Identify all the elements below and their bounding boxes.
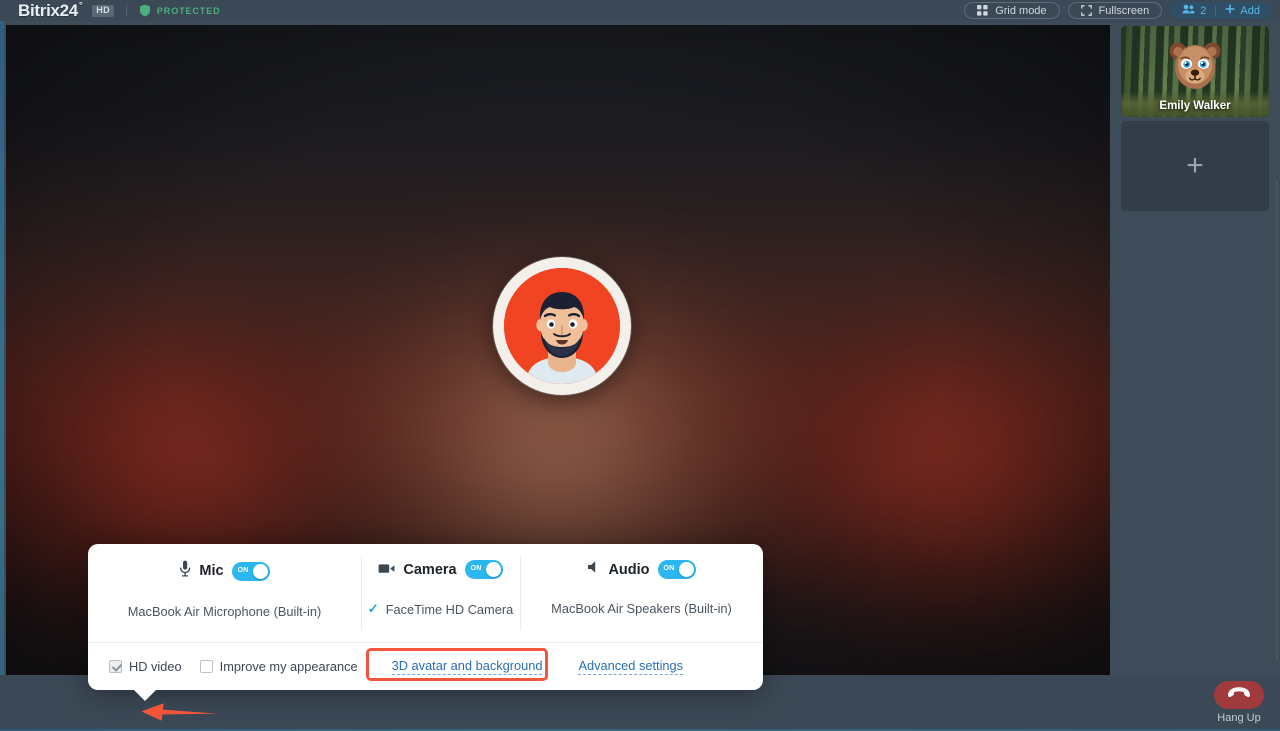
brand-degree-mark: °: [78, 0, 83, 10]
fullscreen-button[interactable]: Fullscreen: [1067, 2, 1163, 19]
audio-header: Audio ON: [587, 560, 696, 579]
hang-up-pill: [1214, 681, 1264, 709]
protected-label: PROTECTED: [156, 5, 221, 16]
plus-icon: [1225, 4, 1236, 17]
video-call-window: Bitrix24 ° HD PROTECTED Grid mode Fullsc…: [0, 0, 1280, 731]
device-column-camera: Camera ON ✓ FaceTime HD Camera: [361, 544, 520, 642]
header-actions: Grid mode Fullscreen 2 Add: [964, 2, 1280, 19]
brand-text: Bitrix24: [18, 1, 78, 20]
mic-toggle[interactable]: ON: [231, 561, 270, 581]
mic-toggle-state: ON: [237, 566, 249, 574]
microphone-icon: [179, 560, 191, 582]
add-label: Add: [1240, 4, 1260, 17]
participants-panel: Emily Walker +: [1114, 21, 1280, 731]
improve-appearance-checkbox-item[interactable]: Improve my appearance: [199, 659, 358, 674]
hd-video-checkbox[interactable]: [109, 660, 122, 673]
camera-toggle-state: ON: [470, 565, 482, 572]
fullscreen-label: Fullscreen: [1098, 4, 1150, 17]
audio-toggle-knob: [678, 562, 694, 577]
device-column-audio: Audio ON MacBook Air Speakers (Built-in): [520, 544, 763, 642]
camera-device-name: FaceTime HD Camera: [385, 601, 514, 617]
popup-tail: [133, 689, 157, 701]
hd-video-checkbox-item[interactable]: HD video: [109, 659, 182, 674]
camera-toggle[interactable]: ON: [464, 560, 503, 579]
audio-device-row[interactable]: MacBook Air Speakers (Built-in): [551, 601, 732, 616]
grid-mode-button[interactable]: Grid mode: [964, 2, 1060, 19]
bitrix24-logo: Bitrix24 °: [18, 0, 83, 20]
avatar-background-link[interactable]: 3D avatar and background: [391, 658, 543, 675]
participants-scrollbar[interactable]: [1276, 181, 1278, 661]
advanced-settings-link[interactable]: Advanced settings: [578, 658, 684, 675]
grid-icon: [977, 5, 988, 16]
hd-badge: HD: [92, 4, 114, 17]
left-edge-accent: [0, 0, 4, 731]
shield-icon: [139, 4, 151, 17]
device-column-mic: Mic ON MacBook Air Microphone (Built-in): [88, 544, 361, 642]
camera-device-row[interactable]: ✓ FaceTime HD Camera: [368, 601, 513, 617]
participant-thumbnail[interactable]: Emily Walker: [1121, 26, 1269, 117]
popup-footer: HD video Improve my appearance 3D avatar…: [88, 642, 763, 690]
phone-hangup-icon: [1226, 686, 1252, 704]
improve-appearance-checkbox[interactable]: [199, 660, 213, 673]
participants-pill-group: 2 Add: [1170, 2, 1272, 19]
audio-device-name: MacBook Air Speakers (Built-in): [551, 601, 732, 616]
check-icon: ✓: [367, 601, 379, 616]
device-columns: Mic ON MacBook Air Microphone (Built-in): [88, 544, 763, 642]
add-participant-button[interactable]: Add: [1216, 2, 1269, 19]
speaker-icon: [587, 560, 600, 579]
protected-status: PROTECTED: [139, 4, 221, 17]
camera-header: Camera ON: [378, 560, 503, 579]
improve-appearance-label: Improve my appearance: [219, 659, 358, 674]
audio-toggle-state: ON: [663, 565, 675, 572]
camera-toggle-knob: [485, 562, 501, 577]
plus-icon-large: +: [1186, 149, 1204, 182]
add-participant-tile[interactable]: +: [1121, 121, 1269, 211]
camera-icon: [378, 561, 395, 579]
hang-up-button[interactable]: Hang Up: [1214, 681, 1264, 724]
mic-title: Mic: [199, 563, 224, 579]
mic-header: Mic ON: [179, 560, 270, 582]
self-avatar: [493, 257, 631, 395]
participants-count: 2: [1200, 4, 1207, 17]
camera-title: Camera: [403, 561, 457, 578]
app-header: Bitrix24 ° HD PROTECTED Grid mode Fullsc…: [0, 0, 1280, 21]
hd-video-label: HD video: [129, 659, 182, 674]
participant-name: Emily Walker: [1159, 100, 1231, 112]
header-divider: [125, 5, 127, 16]
bear-avatar-icon: [1164, 34, 1226, 96]
audio-title: Audio: [608, 561, 650, 578]
mic-device-row[interactable]: MacBook Air Microphone (Built-in): [128, 604, 321, 619]
mic-device-name: MacBook Air Microphone (Built-in): [127, 604, 322, 619]
avatar-image: [504, 268, 620, 384]
participants-count-button[interactable]: 2: [1173, 2, 1215, 19]
device-settings-popup: Mic ON MacBook Air Microphone (Built-in): [88, 544, 763, 690]
mic-toggle-knob: [252, 563, 268, 579]
audio-toggle[interactable]: ON: [657, 560, 696, 579]
people-icon: [1182, 4, 1195, 17]
hang-up-label: Hang Up: [1217, 712, 1261, 724]
fullscreen-icon: [1080, 5, 1092, 16]
grid-mode-label: Grid mode: [995, 4, 1047, 17]
